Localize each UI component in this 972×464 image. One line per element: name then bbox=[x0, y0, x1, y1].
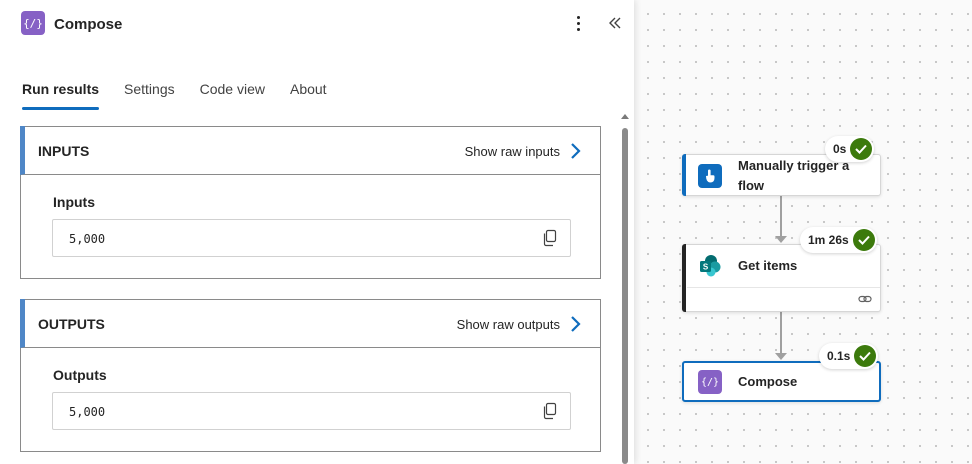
more-dot-icon bbox=[576, 27, 580, 31]
compose-icon: {/} bbox=[21, 11, 45, 35]
connector-arrow-icon bbox=[775, 236, 787, 243]
show-raw-inputs-link[interactable]: Show raw inputs bbox=[465, 144, 560, 159]
hand-touch-icon bbox=[698, 164, 722, 188]
tab-about[interactable]: About bbox=[290, 80, 327, 110]
connector-line bbox=[780, 196, 782, 236]
outputs-field-label: Outputs bbox=[53, 367, 107, 383]
success-check-icon bbox=[850, 138, 873, 160]
show-raw-outputs-link[interactable]: Show raw outputs bbox=[457, 317, 560, 332]
duration-badge: 0s bbox=[825, 136, 875, 162]
node-label: Get items bbox=[738, 258, 798, 273]
outputs-heading: OUTPUTS bbox=[38, 316, 105, 332]
outputs-value: 5,000 bbox=[69, 405, 106, 419]
panel-scrollbar[interactable] bbox=[620, 112, 630, 464]
node-label: Manually trigger a flow bbox=[738, 158, 850, 193]
panel-tabs: Run results Settings Code view About bbox=[22, 80, 352, 112]
connector-arrow-icon bbox=[775, 353, 787, 360]
outputs-section: OUTPUTS Show raw outputs Outputs 5,000 bbox=[20, 299, 601, 452]
duration-text: 0s bbox=[833, 142, 847, 156]
inputs-value-box: 5,000 bbox=[52, 219, 571, 257]
duration-text: 1m 26s bbox=[808, 233, 849, 247]
inputs-field-label: Inputs bbox=[53, 194, 95, 210]
tab-run-results[interactable]: Run results bbox=[22, 80, 100, 110]
more-dot-icon bbox=[576, 21, 580, 25]
compose-icon: {/} bbox=[698, 370, 722, 394]
panel-title: Compose bbox=[54, 16, 123, 33]
tab-settings[interactable]: Settings bbox=[124, 80, 175, 110]
duration-badge: 0.1s bbox=[819, 343, 879, 369]
node-label: Compose bbox=[738, 374, 798, 389]
flow-canvas[interactable]: Manually trigger a flow 0s S Get items 1… bbox=[634, 0, 972, 464]
more-dot-icon bbox=[576, 15, 580, 19]
node-accent-bar bbox=[682, 154, 686, 196]
inputs-value: 5,000 bbox=[69, 232, 106, 246]
inputs-heading: INPUTS bbox=[38, 143, 90, 159]
outputs-section-header: OUTPUTS Show raw outputs bbox=[20, 299, 600, 348]
success-check-icon bbox=[854, 345, 877, 367]
chevron-right-icon[interactable] bbox=[568, 315, 582, 333]
more-options-button[interactable] bbox=[568, 12, 588, 34]
sharepoint-icon: S bbox=[698, 254, 722, 278]
inputs-section-header: INPUTS Show raw inputs bbox=[20, 126, 600, 175]
panel-header: {/} Compose bbox=[0, 0, 634, 50]
node-accent-bar bbox=[682, 244, 686, 312]
inputs-section: INPUTS Show raw inputs Inputs 5,000 bbox=[20, 126, 601, 279]
scrollbar-thumb[interactable] bbox=[622, 128, 628, 464]
double-chevron-left-icon bbox=[609, 17, 621, 29]
outputs-value-box: 5,000 bbox=[52, 392, 571, 430]
copy-icon[interactable] bbox=[542, 402, 558, 420]
success-check-icon bbox=[852, 229, 875, 251]
collapse-panel-button[interactable] bbox=[604, 12, 626, 34]
connector-line bbox=[780, 312, 782, 353]
scroll-up-arrow-icon[interactable] bbox=[621, 114, 629, 119]
link-icon[interactable] bbox=[858, 294, 872, 304]
flow-node-get-items[interactable]: S Get items bbox=[682, 244, 881, 312]
svg-text:S: S bbox=[703, 263, 709, 272]
tab-code-view[interactable]: Code view bbox=[200, 80, 265, 110]
details-panel: {/} Compose Run results Settings Code vi… bbox=[0, 0, 634, 464]
duration-text: 0.1s bbox=[827, 349, 851, 363]
duration-badge: 1m 26s bbox=[800, 227, 877, 253]
copy-icon[interactable] bbox=[542, 229, 558, 247]
node-divider bbox=[687, 287, 880, 288]
chevron-right-icon[interactable] bbox=[568, 142, 582, 160]
